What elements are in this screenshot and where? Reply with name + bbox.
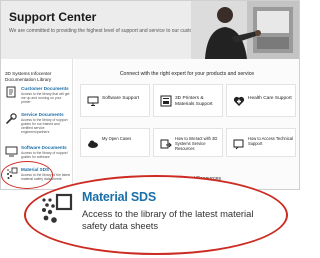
page-subtitle: We are committed to providing the highes… — [9, 28, 204, 34]
sidebar-item-description: Access to the library that will get me u… — [21, 92, 70, 105]
callout-description: Access to the library of the latest mate… — [82, 208, 254, 231]
open-cases-card[interactable]: My Open Cases — [80, 128, 150, 157]
interact-resources-card[interactable]: How to Interact with 3D Systems Service … — [153, 128, 223, 157]
wrench-icon — [6, 113, 17, 124]
technical-support-card[interactable]: How to Access Technical Support — [226, 128, 296, 157]
card-label: How to Access Technical Support — [248, 136, 293, 146]
printer-icon — [160, 95, 172, 107]
page-title: Support Center — [9, 10, 97, 24]
card-label: 3D Printers & Materials Support — [175, 96, 213, 107]
card-label: Software Support — [102, 96, 140, 101]
document-icon — [6, 86, 16, 98]
material-sds-highlight-ring — [1, 161, 53, 189]
technician-photo — [191, 1, 299, 59]
support-icon — [233, 139, 244, 150]
card-label: Health Care Support — [248, 96, 292, 101]
software-icon — [5, 146, 18, 157]
sidebar-title: 3D Systems Infocenter Documentation Libr… — [5, 71, 52, 82]
card-label: How to Interact with 3D Systems Service … — [175, 136, 218, 151]
hero-banner: Support Center We are committed to provi… — [1, 1, 299, 59]
health-icon — [233, 96, 245, 106]
sidebar-item-software-documents[interactable]: Software Documents Access to the library… — [5, 145, 71, 163]
monitor-icon — [87, 96, 99, 106]
software-support-card[interactable]: Software Support — [80, 84, 150, 117]
cloud-icon — [88, 140, 98, 148]
callout-title: Material SDS — [82, 190, 157, 204]
support-options-panel: Connect with the right expert for your p… — [75, 59, 299, 189]
sidebar-item-label: Customer Documents — [21, 86, 69, 91]
sidebar-item-service-documents[interactable]: Service Documents Access to the library … — [5, 112, 71, 134]
interact-icon — [160, 139, 172, 149]
sidebar-item-label: Software Documents — [21, 145, 67, 150]
card-label: My Open Cases — [102, 136, 132, 141]
sidebar-item-description: Access to the library of support guides … — [21, 118, 68, 135]
sidebar-item-customer-documents[interactable]: Customer Documents Access to the library… — [5, 86, 71, 108]
support-center-page: Support Center We are committed to provi… — [0, 0, 300, 190]
health-care-support-card[interactable]: Health Care Support — [226, 84, 296, 117]
sidebar-item-description: Access to the library of support guides … — [21, 151, 68, 160]
sidebar-item-label: Service Documents — [21, 112, 64, 117]
printers-materials-support-card[interactable]: 3D Printers & Materials Support — [153, 84, 223, 117]
support-heading: Connect with the right expert for your p… — [119, 71, 255, 77]
material-icon — [42, 193, 73, 223]
